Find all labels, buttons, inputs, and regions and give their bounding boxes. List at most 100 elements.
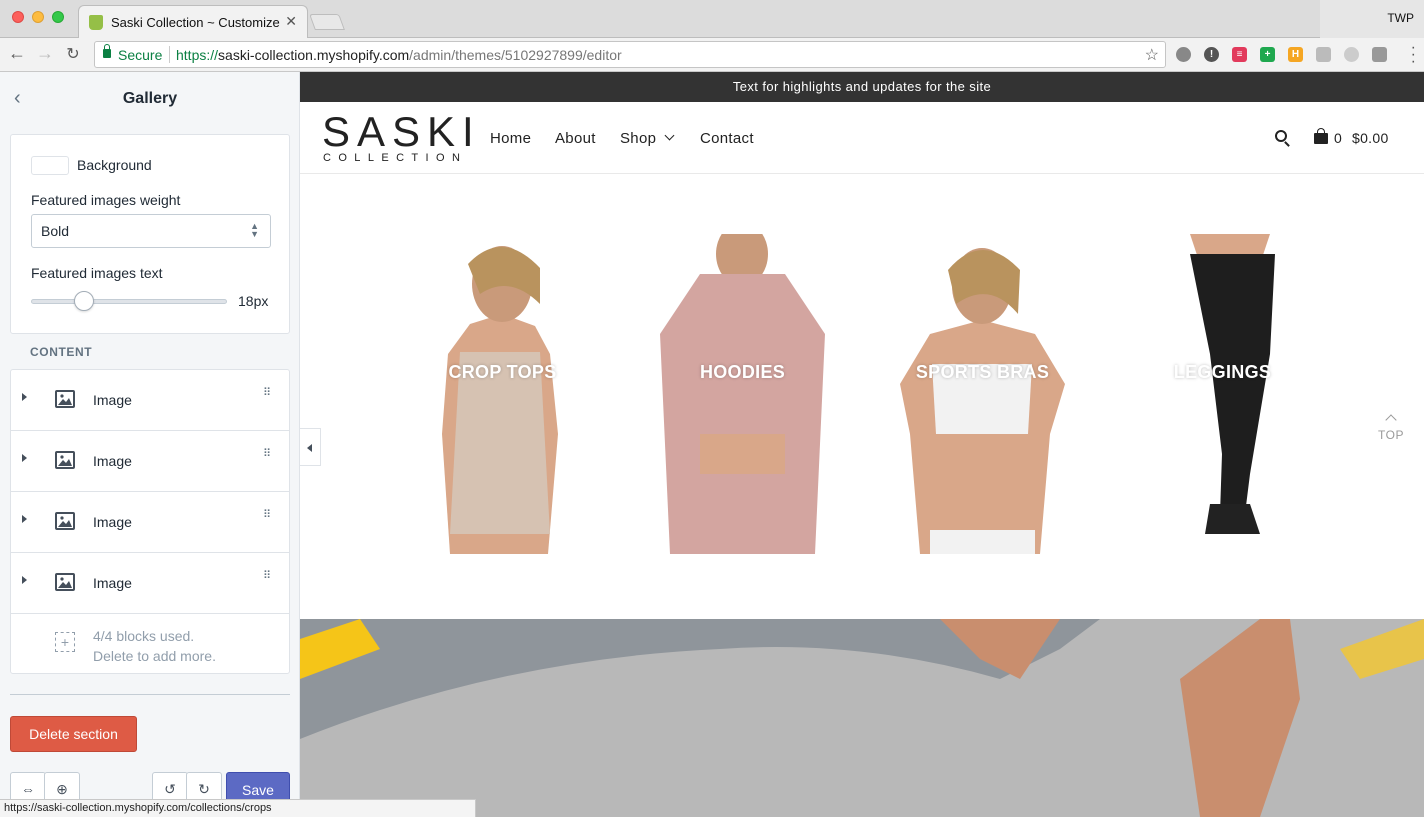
block-label: Image bbox=[93, 575, 132, 591]
back-to-top-button[interactable]: TOP bbox=[1373, 414, 1409, 442]
blocks-used-hint: Delete to add more. bbox=[93, 648, 216, 664]
featured-weight-select[interactable]: Bold ▲ ▼ bbox=[31, 214, 271, 248]
sidebar-header: ‹ Gallery bbox=[0, 72, 300, 126]
theme-editor-sidebar: ‹ Gallery Background Featured images wei… bbox=[0, 72, 300, 817]
delete-section-button[interactable]: Delete section bbox=[10, 716, 137, 752]
minimize-window-icon[interactable] bbox=[32, 11, 44, 23]
extension-cast-icon[interactable] bbox=[1316, 47, 1331, 62]
hero-photo bbox=[300, 619, 1424, 817]
image-icon bbox=[55, 390, 75, 408]
new-tab-button[interactable] bbox=[309, 14, 345, 30]
drag-handle-icon[interactable]: ⠿ bbox=[263, 571, 272, 582]
forward-icon[interactable]: → bbox=[34, 43, 56, 64]
background-color-swatch[interactable] bbox=[31, 156, 69, 175]
gallery-item-crop-tops[interactable]: CROP TOPS bbox=[390, 234, 615, 554]
extension-honey-icon[interactable]: H bbox=[1288, 47, 1303, 62]
hero-image bbox=[300, 619, 1424, 817]
expand-caret-icon[interactable] bbox=[22, 515, 27, 523]
browser-tab[interactable]: Saski Collection ~ Customize ~ ✕ bbox=[78, 5, 308, 39]
gallery-item-hoodies[interactable]: HOODIES bbox=[630, 234, 855, 554]
content-heading: CONTENT bbox=[30, 345, 93, 359]
gallery-caption: HOODIES bbox=[699, 362, 786, 382]
featured-text-label: Featured images text bbox=[31, 265, 163, 281]
reload-icon[interactable]: ↻ bbox=[62, 44, 84, 64]
url-text: https://saski-collection.myshopify.com/a… bbox=[176, 47, 622, 63]
image-icon bbox=[55, 512, 75, 530]
url-host: saski-collection.myshopify.com bbox=[218, 47, 410, 63]
extension-clock-icon[interactable] bbox=[1344, 47, 1359, 62]
bookmark-star-icon[interactable]: ☆ bbox=[1145, 45, 1159, 65]
close-window-icon[interactable] bbox=[12, 11, 24, 23]
status-url: https://saski-collection.myshopify.com/c… bbox=[0, 799, 476, 817]
tab-close-icon[interactable]: ✕ bbox=[285, 13, 297, 30]
shopify-favicon-icon bbox=[89, 15, 103, 30]
gallery-item-sports-bras[interactable]: SPORTS BRAS bbox=[870, 234, 1095, 554]
top-label: TOP bbox=[1378, 428, 1404, 442]
nav-about[interactable]: About bbox=[555, 130, 596, 147]
block-label: Image bbox=[93, 392, 132, 408]
select-arrows-icon: ▲ ▼ bbox=[250, 221, 259, 239]
expand-caret-icon[interactable] bbox=[22, 576, 27, 584]
lock-icon bbox=[103, 44, 111, 58]
drag-handle-icon[interactable]: ⠿ bbox=[263, 388, 272, 399]
expand-caret-icon[interactable] bbox=[22, 393, 27, 401]
nav-home[interactable]: Home bbox=[490, 130, 531, 147]
sports-bras-image bbox=[900, 248, 1065, 554]
hoodies-image bbox=[660, 234, 825, 554]
block-label: Image bbox=[93, 453, 132, 469]
address-bar[interactable]: Secure https://saski-collection.myshopif… bbox=[94, 41, 1166, 68]
add-block-icon: + bbox=[55, 632, 75, 652]
search-icon[interactable] bbox=[1275, 130, 1287, 142]
sidebar-divider bbox=[10, 694, 290, 695]
chevron-down-icon bbox=[664, 130, 675, 141]
back-icon[interactable]: ← bbox=[6, 43, 28, 64]
logo-subtitle: COLLECTION bbox=[323, 152, 468, 164]
image-block[interactable]: Image ⠿ bbox=[11, 370, 289, 431]
url-path: /admin/themes/5102927899/editor bbox=[409, 47, 622, 63]
extension-camera-icon[interactable] bbox=[1372, 47, 1387, 62]
site-header: SASKI COLLECTION Home About Shop Contact… bbox=[300, 102, 1424, 174]
extension-password-icon[interactable]: ! bbox=[1204, 47, 1219, 62]
browser-tab-bar: Saski Collection ~ Customize ~ ✕ TWP bbox=[0, 0, 1424, 39]
featured-weight-value: Bold bbox=[41, 223, 70, 239]
drag-handle-icon[interactable]: ⠿ bbox=[263, 510, 272, 521]
browser-menu-icon[interactable]: · · · bbox=[1411, 40, 1416, 70]
gallery-caption: SPORTS BRAS bbox=[915, 362, 1050, 382]
url-separator bbox=[169, 46, 170, 63]
image-icon bbox=[55, 451, 75, 469]
announcement-bar: Text for highlights and updates for the … bbox=[300, 72, 1424, 102]
expand-caret-icon[interactable] bbox=[22, 454, 27, 462]
extension-evernote-icon[interactable]: + bbox=[1260, 47, 1275, 62]
maximize-window-icon[interactable] bbox=[52, 11, 64, 23]
extension-globe-icon[interactable] bbox=[1176, 47, 1191, 62]
blocks-used-note: 4/4 blocks used. Delete to add more. bbox=[93, 626, 216, 666]
leggings-image bbox=[1190, 234, 1275, 534]
browser-toolbar: ← → ↻ Secure https://saski-collection.my… bbox=[0, 38, 1424, 72]
image-block[interactable]: Image ⠿ bbox=[11, 431, 289, 492]
cart-bag-icon[interactable] bbox=[1314, 128, 1328, 144]
gallery-item-leggings[interactable]: LEGGINGS bbox=[1110, 234, 1335, 554]
store-preview: Text for highlights and updates for the … bbox=[300, 72, 1424, 817]
content-blocks-list: Image ⠿ Image ⠿ Image ⠿ Image ⠿ + 4/4 bl… bbox=[10, 369, 290, 674]
image-block[interactable]: Image ⠿ bbox=[11, 492, 289, 553]
cart-count[interactable]: 0 bbox=[1334, 130, 1342, 146]
image-icon bbox=[55, 573, 75, 591]
featured-weight-label: Featured images weight bbox=[31, 192, 181, 208]
text-size-slider-track[interactable] bbox=[31, 299, 227, 304]
profile-button[interactable]: TWP bbox=[1320, 0, 1424, 38]
tab-title: Saski Collection ~ Customize ~ bbox=[111, 15, 281, 30]
logo-wordmark: SASKI bbox=[322, 108, 481, 155]
url-scheme: https:// bbox=[176, 47, 219, 63]
gallery-caption: CROP TOPS bbox=[448, 362, 557, 382]
block-label: Image bbox=[93, 514, 132, 530]
nav-shop[interactable]: Shop bbox=[620, 130, 656, 147]
cart-total[interactable]: $0.00 bbox=[1352, 130, 1389, 146]
collapse-sidebar-toggle[interactable] bbox=[300, 428, 321, 466]
extension-pocket-icon[interactable]: ≡ bbox=[1232, 47, 1247, 62]
secure-label: Secure bbox=[118, 47, 163, 63]
image-block[interactable]: Image ⠿ bbox=[11, 553, 289, 614]
text-size-slider-thumb[interactable] bbox=[74, 291, 94, 311]
section-title: Gallery bbox=[122, 90, 178, 107]
nav-contact[interactable]: Contact bbox=[700, 130, 754, 147]
drag-handle-icon[interactable]: ⠿ bbox=[263, 449, 272, 460]
